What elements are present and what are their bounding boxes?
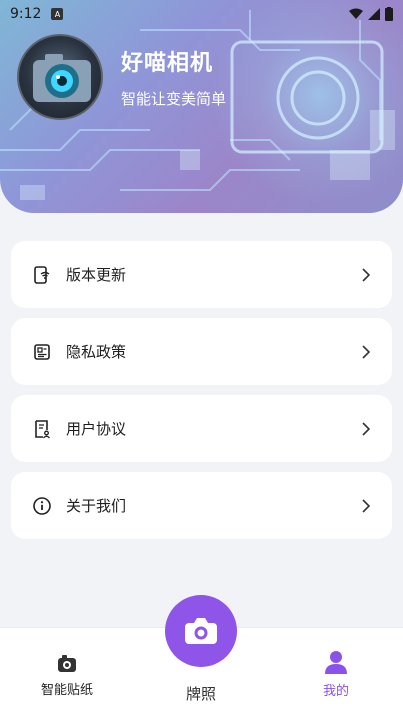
- camera-logo-icon: [33, 54, 91, 102]
- app-name: 好喵相机: [121, 51, 214, 76]
- status-time: 9:12: [10, 6, 42, 22]
- chevron-right-icon: [360, 344, 372, 359]
- info-circle-icon: [32, 496, 52, 516]
- sim-icon: A: [51, 8, 64, 20]
- wifi-icon: [349, 8, 363, 19]
- menu-item-privacy-policy[interactable]: 隐私政策: [11, 318, 392, 385]
- camera-button-label: 牌照: [185, 685, 216, 703]
- chevron-right-icon: [360, 498, 372, 513]
- menu-item-label: 用户协议: [66, 420, 127, 438]
- user-icon: [325, 651, 347, 674]
- tab-smart-stickers[interactable]: 智能贴纸: [36, 655, 98, 698]
- menu-item-version-update[interactable]: 版本更新: [11, 241, 392, 308]
- settings-menu: 版本更新 隐私政策 用户协议 关于我们: [11, 241, 392, 549]
- status-bar: 9:12 A: [0, 0, 403, 28]
- battery-icon: [385, 7, 393, 21]
- tab-label: 智能贴纸: [40, 683, 93, 698]
- app-avatar: [17, 34, 103, 120]
- menu-item-label: 关于我们: [66, 497, 127, 515]
- signal-icon: [368, 8, 380, 20]
- profile-header: 9:12 A 好喵相机 智能让变美简单: [0, 0, 403, 213]
- camera-sticker-icon: [58, 655, 76, 672]
- menu-item-label: 隐私政策: [66, 343, 127, 361]
- menu-item-label: 版本更新: [66, 266, 127, 284]
- tab-label: 我的: [322, 684, 349, 699]
- chevron-right-icon: [360, 421, 372, 436]
- camera-button[interactable]: [165, 595, 237, 667]
- document-user-icon: [32, 419, 52, 439]
- id-card-icon: [32, 342, 52, 362]
- chevron-right-icon: [360, 267, 372, 282]
- camera-icon: [185, 618, 217, 644]
- tab-mine[interactable]: 我的: [305, 650, 367, 699]
- app-tagline: 智能让变美简单: [121, 90, 227, 108]
- menu-item-about-us[interactable]: 关于我们: [11, 472, 392, 539]
- phone-update-icon: [32, 265, 52, 285]
- menu-item-user-agreement[interactable]: 用户协议: [11, 395, 392, 462]
